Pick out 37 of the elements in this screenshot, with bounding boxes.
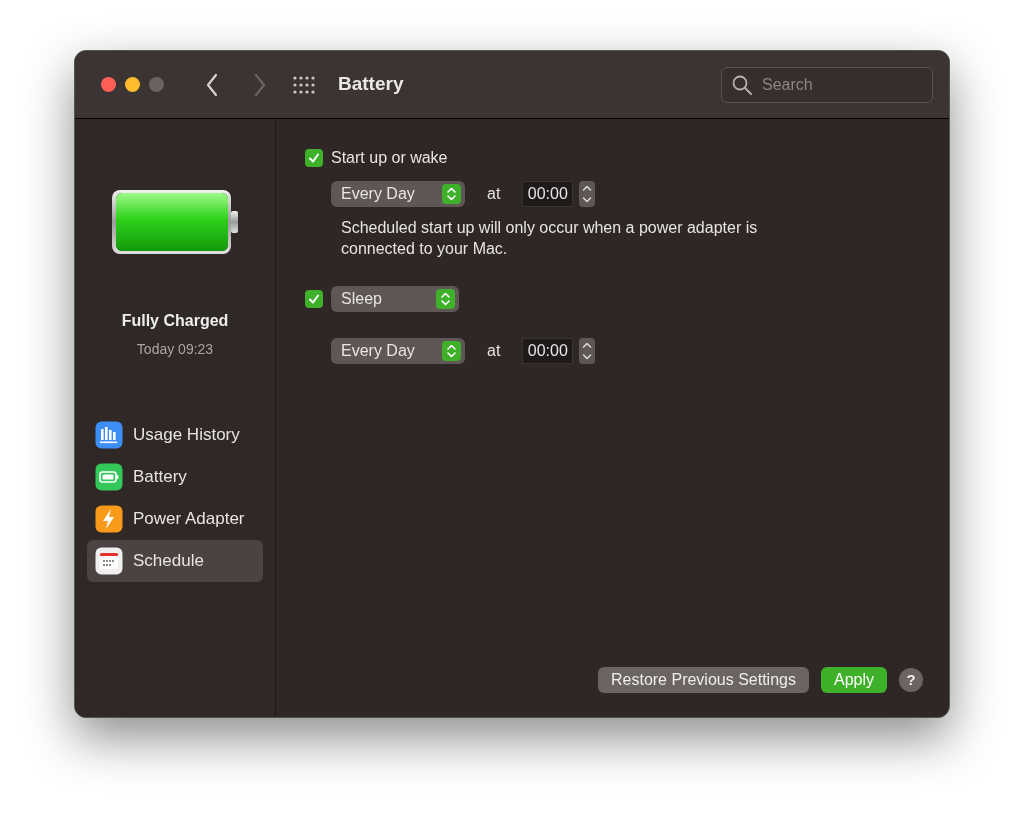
dropdown[interactable]: Every Day xyxy=(331,338,465,364)
checkbox-label: Start up or wake xyxy=(331,148,448,168)
close-button[interactable] xyxy=(101,77,116,92)
updown-icon xyxy=(442,184,461,204)
updown-icon xyxy=(436,289,455,309)
checkbox[interactable] xyxy=(305,149,323,167)
time-field[interactable]: 00:00 xyxy=(522,181,574,207)
search-field[interactable]: Search xyxy=(721,66,933,103)
restore-button[interactable]: Restore Previous Settings xyxy=(598,667,809,693)
battery-icon xyxy=(111,189,239,255)
minimize-button[interactable] xyxy=(125,77,140,92)
at-label: at xyxy=(487,341,501,361)
stepper[interactable] xyxy=(579,181,596,207)
dropdown[interactable]: Every Day xyxy=(331,181,465,207)
battery-status: Fully Charged xyxy=(121,311,229,331)
sidebar-item[interactable]: Battery xyxy=(87,456,263,498)
sidebar-item[interactable]: Usage History xyxy=(87,414,263,456)
at-label: at xyxy=(487,184,501,204)
bolt-icon xyxy=(95,505,123,533)
chart-icon xyxy=(95,421,123,449)
help-button[interactable]: ? xyxy=(899,668,923,692)
check-icon xyxy=(308,293,320,305)
updown-icon xyxy=(442,341,461,361)
window-title: Battery xyxy=(338,72,404,97)
charge-time: Today 09:23 xyxy=(136,340,214,359)
dropdown[interactable]: Sleep xyxy=(331,286,459,312)
time-field[interactable]: 00:00 xyxy=(522,338,574,364)
note-text: Scheduled start up will only occur when a power adapter is connected to your Mac. xyxy=(341,218,759,259)
grid-icon xyxy=(293,75,317,94)
battery-icon xyxy=(95,463,123,491)
search-icon xyxy=(732,74,752,95)
checkbox[interactable] xyxy=(305,290,323,308)
stepper[interactable] xyxy=(579,338,596,364)
sidebar-item[interactable]: Power Adapter xyxy=(87,498,263,540)
sidebar-item[interactable]: Schedule xyxy=(87,540,263,582)
calendar-icon xyxy=(95,547,123,575)
check-icon xyxy=(308,152,320,164)
